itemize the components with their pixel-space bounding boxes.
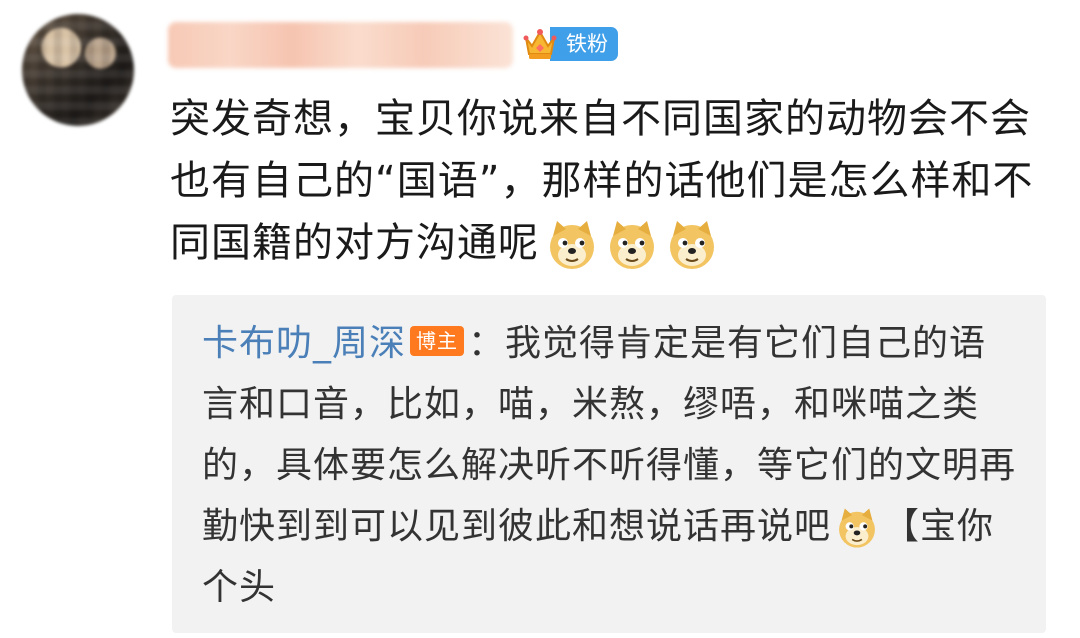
comment-text: 突发奇想，宝贝你说来自不同国家的动物会不会也有自己的“国语”，那样的话他们是怎么…: [170, 96, 1034, 266]
doge-emoji-icon: [839, 508, 875, 548]
reply-body: 卡布叻_周深 博主 ：我觉得肯定是有它们自己的语言和口音，比如，喵，米熬，缪唔，和咪…: [202, 313, 1022, 618]
commenter-username[interactable]: [168, 22, 513, 68]
doge-emoji-icon: [610, 221, 654, 269]
commenter-avatar[interactable]: [22, 14, 134, 126]
doge-emoji-icon: [670, 221, 714, 269]
reply-author-link[interactable]: 卡布叻_周深: [202, 323, 406, 364]
reply-box[interactable]: 卡布叻_周深 博主 ：我觉得肯定是有它们自己的语言和口音，比如，喵，米熬，缪唔，和咪…: [172, 295, 1046, 633]
reply-separator: ：: [468, 323, 506, 364]
crown-icon: [523, 29, 557, 59]
fan-badge-label: 铁粉: [550, 27, 618, 61]
author-badge: 博主: [410, 326, 465, 356]
doge-emoji-icon: [550, 221, 594, 269]
fan-badge: 铁粉: [520, 24, 618, 64]
comment-body: 突发奇想，宝贝你说来自不同国家的动物会不会也有自己的“国语”，那样的话他们是怎么…: [170, 88, 1050, 274]
